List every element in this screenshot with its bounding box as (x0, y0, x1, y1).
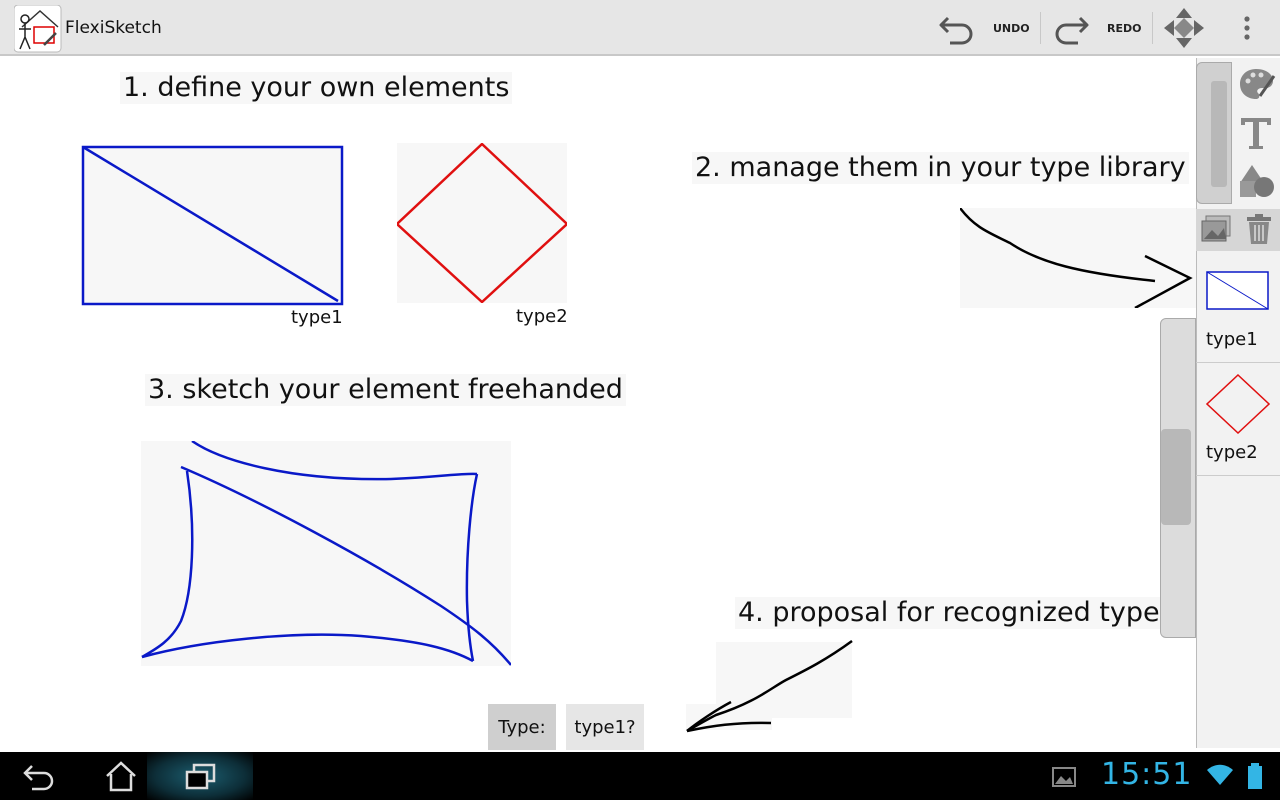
action-bar: FlexiSketch UNDO REDO (0, 0, 1280, 56)
wifi-icon (1207, 764, 1233, 785)
toolbar-divider (1152, 12, 1153, 44)
library-item-type1-thumb[interactable] (1206, 271, 1270, 311)
type2-label: type2 (516, 306, 568, 327)
drawer-grip (1211, 81, 1227, 187)
toolbar-divider (1040, 12, 1041, 44)
list-divider (1196, 362, 1280, 363)
library-item-type2-label[interactable]: type2 (1206, 442, 1258, 463)
type-proposal-button[interactable]: type1? (566, 704, 644, 750)
step1-caption: 1. define your own elements (120, 72, 513, 104)
type1-element[interactable] (80, 143, 346, 307)
tools-drawer-handle[interactable] (1196, 62, 1232, 204)
app-title: FlexiSketch (65, 18, 162, 38)
home-icon[interactable] (105, 760, 137, 792)
undo-icon[interactable] (938, 10, 976, 46)
image-library-icon[interactable] (1200, 212, 1234, 246)
freehand-sketch[interactable] (141, 441, 511, 666)
overflow-menu-icon[interactable] (1240, 14, 1254, 44)
battery-icon (1248, 763, 1262, 789)
library-item-type1-label[interactable]: type1 (1206, 329, 1258, 350)
recent-apps-icon[interactable] (184, 762, 218, 792)
arrow-sketch (960, 208, 1196, 308)
type2-element[interactable] (397, 143, 567, 303)
undo-button[interactable]: UNDO (993, 22, 1030, 35)
move-pan-icon[interactable] (1162, 6, 1206, 50)
type1-label: type1 (291, 307, 343, 328)
back-icon[interactable] (22, 762, 58, 792)
list-divider (1196, 475, 1280, 476)
gallery-notification-icon[interactable] (1052, 766, 1076, 788)
redo-button[interactable]: REDO (1107, 22, 1141, 35)
step4-caption: 4. proposal for recognized type (735, 597, 1163, 629)
redo-icon[interactable] (1052, 10, 1090, 46)
text-tool-icon[interactable] (1238, 115, 1274, 151)
proposal-arrow-sketch (686, 640, 853, 733)
status-clock: 15:51 (1101, 757, 1193, 792)
drawer-grip (1161, 429, 1191, 525)
type-prefix-label: Type: (488, 704, 556, 750)
shapes-tool-icon[interactable] (1238, 163, 1276, 199)
library-drawer-handle[interactable] (1160, 318, 1196, 638)
step2-caption: 2. manage them in your type library (692, 152, 1189, 184)
library-item-type2-thumb[interactable] (1206, 374, 1270, 434)
step3-caption: 3. sketch your element freehanded (145, 374, 626, 406)
palette-icon[interactable] (1238, 66, 1276, 102)
app-logo-icon[interactable] (14, 5, 62, 53)
trash-icon[interactable] (1244, 212, 1274, 246)
